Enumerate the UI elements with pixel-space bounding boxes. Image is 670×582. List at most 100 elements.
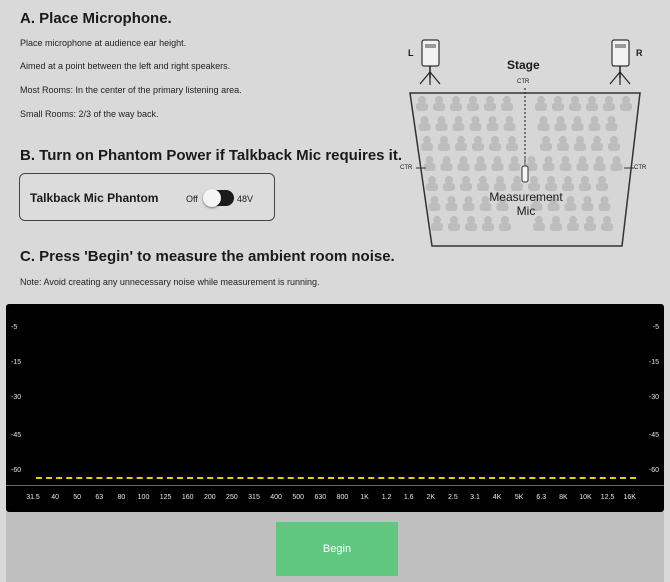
seat-icon: [569, 216, 577, 224]
seat-icon: [450, 216, 458, 224]
seat-body: [501, 103, 513, 111]
seat-body: [542, 163, 555, 171]
toggle-off-label: Off: [186, 194, 198, 204]
seat-body: [423, 163, 436, 171]
begin-button[interactable]: Begin: [276, 522, 398, 576]
ctr-left-label: CTR: [400, 165, 413, 171]
seat-body: [581, 203, 594, 211]
seat-icon: [418, 96, 426, 104]
seat-icon: [433, 216, 441, 224]
seat-icon: [476, 156, 485, 164]
seat-icon: [590, 116, 599, 124]
seat-icon: [595, 156, 604, 164]
frequency-label: 315: [248, 494, 260, 501]
room-diagram: L R Stage CTR CTR CTR Measurement Mic: [390, 38, 660, 253]
seat-body: [552, 103, 564, 111]
seat-icon: [564, 176, 572, 184]
section-a-heading: A. Place Microphone.: [20, 10, 172, 27]
seat-body: [588, 123, 601, 131]
seat-body: [603, 103, 615, 111]
seat-icon: [605, 96, 613, 104]
seat-icon: [467, 216, 475, 224]
seat-body: [567, 223, 579, 231]
frequency-label: 250: [226, 494, 238, 501]
right-speaker-label: R: [636, 48, 643, 58]
frequency-label: 1K: [360, 494, 369, 501]
seat-body: [591, 143, 603, 151]
seat-body: [503, 123, 516, 131]
ctr-top-label: CTR: [517, 79, 530, 85]
seat-body: [596, 183, 608, 191]
meter-axis-line: [6, 485, 664, 486]
frequency-label: 31.5: [26, 494, 40, 501]
seat-icon: [586, 216, 594, 224]
frequency-label: 200: [203, 494, 216, 501]
seat-body: [435, 123, 448, 131]
seat-body: [421, 143, 433, 151]
db-scale-label: -60: [648, 467, 659, 474]
seat-body: [450, 103, 462, 111]
noise-meter-display: -5 -5 -15 -15 -30 -30 -45 -45 -60 -60 31.5 40 50 63 80…: [6, 304, 664, 512]
frequency-label: 1.2: [381, 494, 392, 501]
instruction-line-3: Most Rooms: In the center of the primary…: [20, 85, 242, 95]
seat-body: [598, 203, 611, 211]
frequency-label: 2K: [426, 494, 436, 501]
seat-body: [484, 103, 496, 111]
seat-body: [433, 103, 445, 111]
seat-body: [608, 143, 620, 151]
frequency-label: 2.5: [448, 494, 458, 501]
seat-icon: [508, 136, 516, 144]
seat-body: [586, 103, 598, 111]
seat-body: [469, 123, 482, 131]
seat-icon: [442, 156, 451, 164]
frequency-label: 40: [51, 494, 59, 501]
db-scale-label: -5: [11, 324, 18, 331]
stage-label: Stage: [507, 58, 540, 72]
seat-body: [576, 163, 589, 171]
seat-body: [605, 123, 618, 131]
seat-body: [491, 163, 504, 171]
seat-body: [440, 163, 453, 171]
seat-body: [569, 103, 581, 111]
seat-body: [571, 123, 584, 131]
seat-body: [499, 223, 511, 231]
seat-icon: [571, 96, 579, 104]
frequency-label: 50: [73, 494, 82, 501]
seat-icon: [593, 136, 601, 144]
mic-label-line1: Measurement: [489, 190, 563, 204]
phantom-toggle[interactable]: [203, 189, 234, 207]
seat-body: [428, 203, 441, 211]
frequency-label: 1.6: [403, 494, 414, 501]
seat-icon: [452, 96, 460, 104]
seat-icon: [573, 116, 582, 124]
seat-icon: [505, 116, 514, 124]
seat-body: [554, 123, 567, 131]
seat-body: [574, 143, 586, 151]
seat-body: [455, 143, 467, 151]
db-scale-label: -60: [11, 467, 22, 474]
frequency-label: 5K: [514, 494, 524, 501]
seat-icon: [612, 156, 621, 164]
db-scale-label: -30: [11, 394, 22, 401]
seat-icon: [435, 96, 443, 104]
toggle-on-label: 48V: [237, 194, 254, 204]
measurement-note: Note: Avoid creating any unnecessary noi…: [20, 277, 320, 287]
seat-icon: [445, 176, 453, 184]
seat-body: [462, 203, 475, 211]
frequency-label: 100: [137, 494, 150, 501]
seat-icon: [576, 136, 584, 144]
phantom-label: Talkback Mic Phantom: [30, 191, 159, 205]
seat-body: [474, 163, 487, 171]
db-scale-label: -15: [648, 359, 659, 366]
seat-body: [438, 143, 450, 151]
seat-body: [457, 163, 470, 171]
left-speaker-icon: [419, 39, 441, 85]
seat-body: [489, 143, 501, 151]
seat-icon: [459, 156, 468, 164]
seat-body: [445, 203, 458, 211]
seat-icon: [503, 96, 511, 104]
left-speaker-label: L: [408, 48, 414, 58]
seat-icon: [474, 136, 482, 144]
frequency-label: 8K: [559, 494, 568, 501]
phantom-power-panel: Talkback Mic Phantom Off 48V: [19, 173, 275, 221]
